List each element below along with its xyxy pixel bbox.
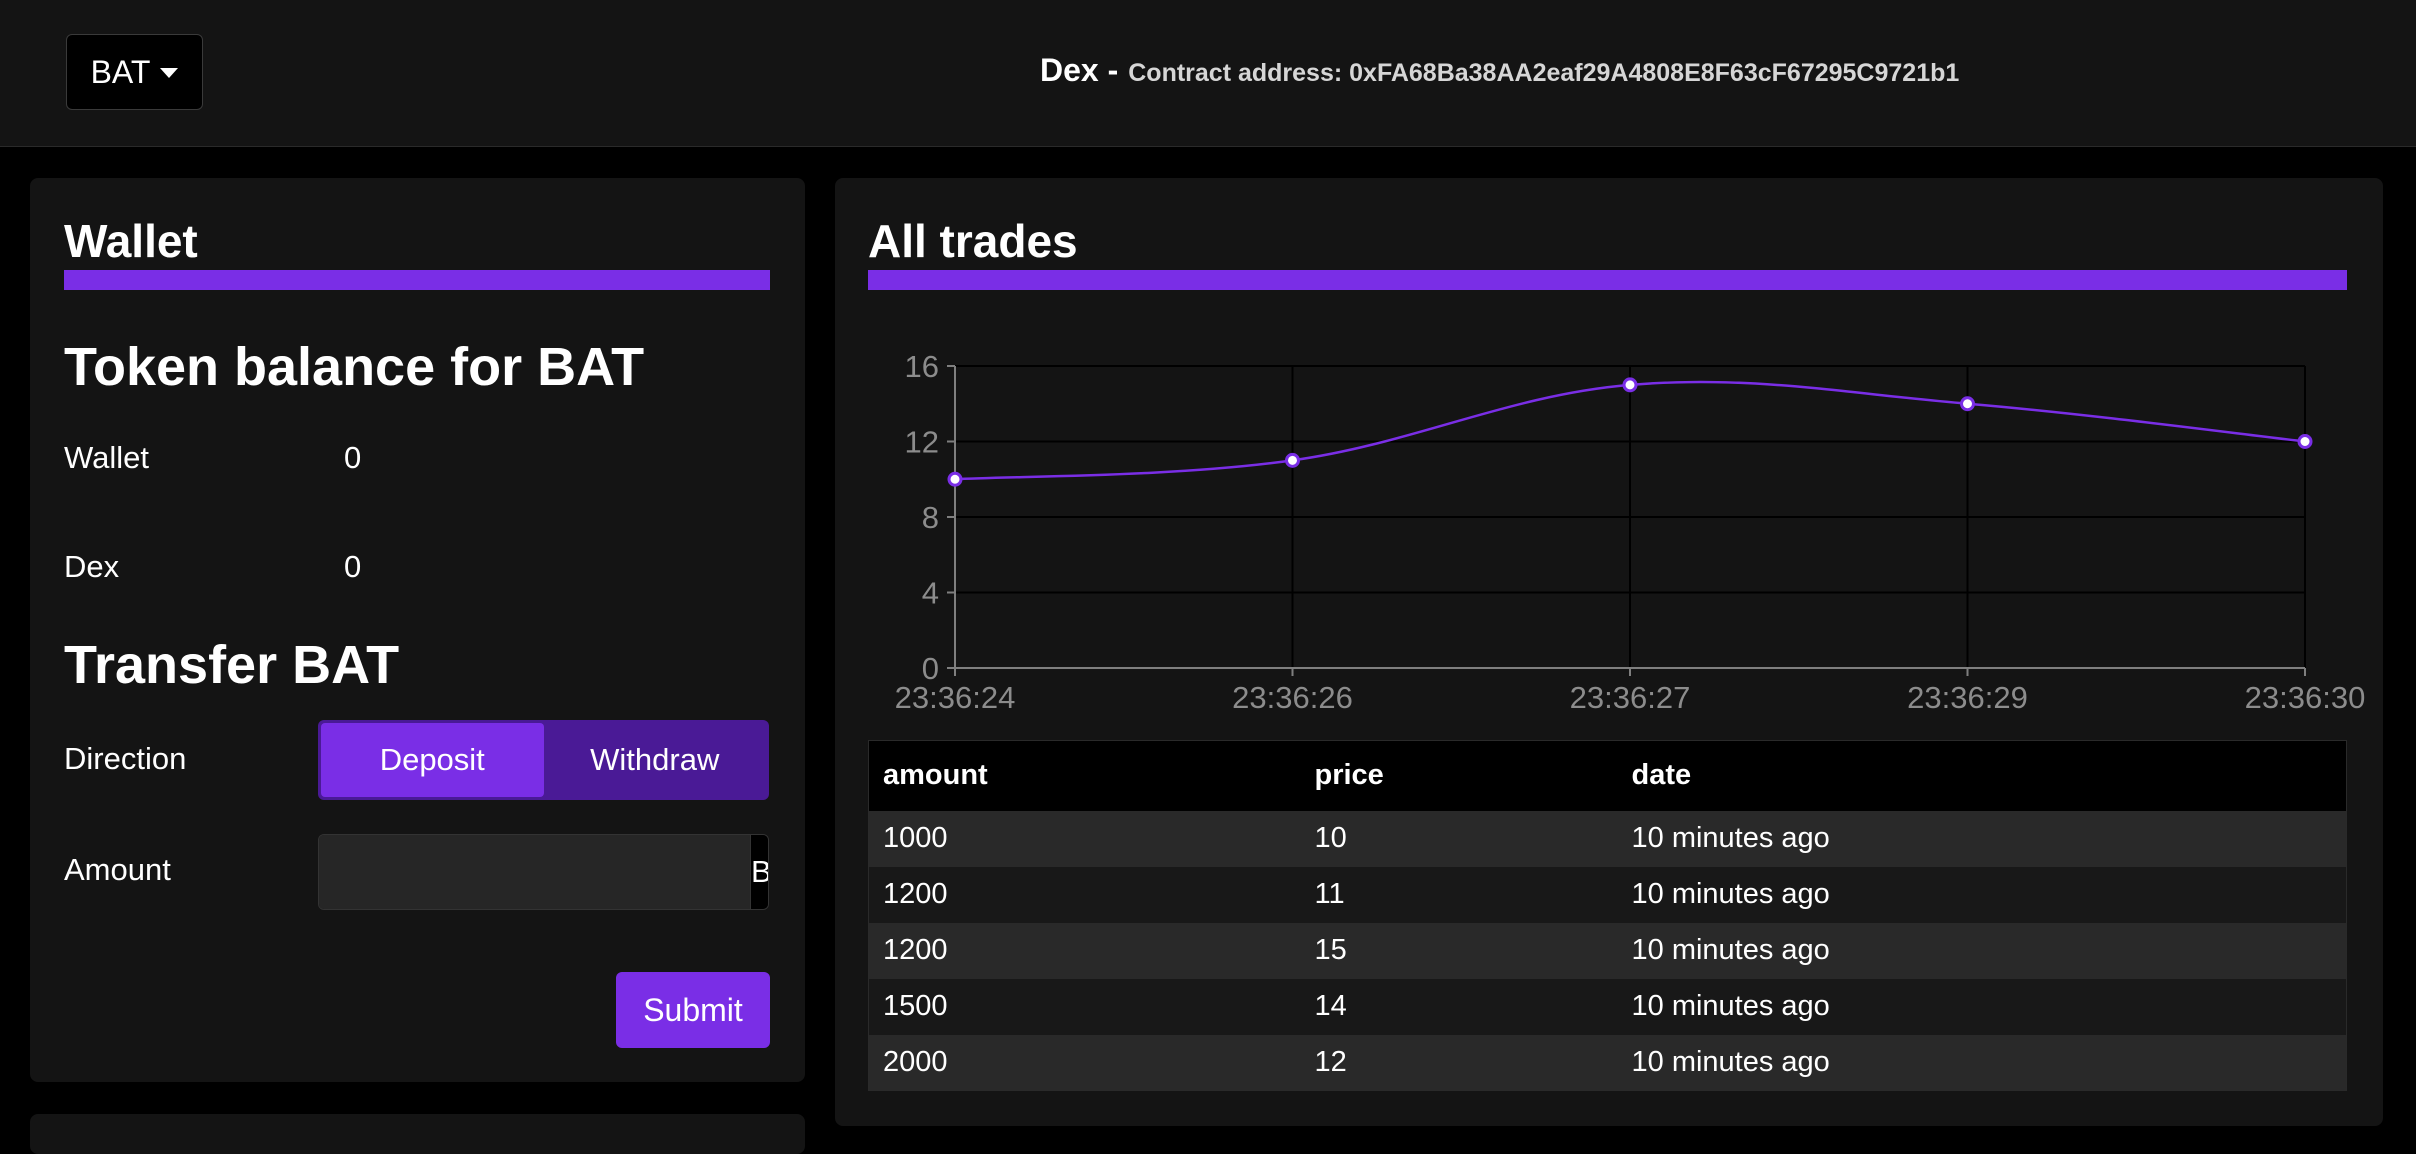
- direction-toggle-group: Deposit Withdraw: [318, 720, 769, 800]
- cell-date: 10 minutes ago: [1617, 866, 2347, 923]
- token-select-dropdown[interactable]: BAT: [66, 34, 203, 110]
- y-tick-label: 16: [905, 349, 939, 384]
- amount-unit-addon: BAT: [750, 835, 768, 909]
- cell-date: 10 minutes ago: [1617, 1034, 2347, 1091]
- cell-price: 15: [1300, 922, 1618, 979]
- direction-label: Direction: [64, 741, 187, 776]
- contract-address: Contract address: 0xFA68Ba38AA2eaf29A480…: [1128, 59, 1960, 87]
- cell-amount: 1200: [868, 866, 1301, 923]
- cell-price: 12: [1300, 1034, 1618, 1091]
- cell-amount: 1500: [868, 978, 1301, 1035]
- data-point: [947, 471, 963, 487]
- trades-line-chart: 048121623:36:24 23:36:26 23:36:27 23:36:29 2…: [895, 349, 2366, 715]
- cell-price: 11: [1300, 866, 1618, 923]
- data-point: [1622, 377, 1638, 393]
- wallet-balance-label: Wallet: [64, 440, 149, 475]
- cell-date: 10 minutes ago: [1617, 978, 2347, 1035]
- table-row: 1200 11 10 minutes ago: [868, 866, 2347, 923]
- caret-down-icon: [160, 68, 179, 78]
- cell-amount: 1200: [868, 922, 1301, 979]
- wallet-title-underline: [64, 270, 770, 290]
- x-tick-label: 23:36:27: [1570, 680, 1691, 715]
- cell-amount: 1000: [868, 810, 1301, 867]
- y-tick-label: 8: [922, 500, 939, 535]
- table-row: 2000 12 10 minutes ago: [868, 1034, 2347, 1091]
- y-tick-label: 4: [922, 576, 939, 611]
- cell-amount: 2000: [868, 1034, 1301, 1091]
- trades-chart: 0 4 8 12 16 23:36:24 23:36:26 23:36:27 23:36:29 2…: [865, 336, 2366, 726]
- transfer-heading: Transfer BAT: [64, 635, 400, 695]
- trades-card: All trades 0 4 8 12 16 23:36:24 23:36:26 23:36:…: [835, 178, 2383, 1126]
- trades-title-underline: [868, 270, 2347, 290]
- cell-price: 10: [1300, 810, 1618, 867]
- table-row: 1000 10 10 minutes ago: [868, 810, 2347, 867]
- deposit-button[interactable]: Deposit: [321, 723, 544, 797]
- wallet-card: Wallet Token balance for BAT Wallet 0 De…: [30, 178, 805, 1082]
- column-header-price: price: [1300, 740, 1618, 811]
- token-select-label: BAT: [90, 53, 151, 90]
- cell-date: 10 minutes ago: [1617, 810, 2347, 867]
- x-tick-label: 23:36:29: [1907, 680, 2028, 715]
- trades-card-title: All trades: [868, 215, 1078, 267]
- x-tick-label: 23:36:30: [2245, 680, 2365, 715]
- amount-label: Amount: [64, 852, 171, 887]
- token-balance-heading: Token balance for BAT: [64, 337, 645, 397]
- orders-card: [30, 1114, 805, 1154]
- page-title: Dex - Contract address: 0xFA68Ba38AA2eaf…: [1040, 52, 1959, 92]
- table-row: 1200 15 10 minutes ago: [868, 922, 2347, 979]
- column-header-date: date: [1617, 740, 2347, 811]
- cell-date: 10 minutes ago: [1617, 922, 2347, 979]
- dex-balance-label: Dex: [64, 549, 120, 584]
- column-header-amount: amount: [868, 740, 1301, 811]
- table-header-row: amount price date: [868, 740, 2347, 811]
- x-tick-label: 23:36:26: [1232, 680, 1353, 715]
- withdraw-button[interactable]: Withdraw: [544, 723, 767, 797]
- data-point: [1960, 396, 1975, 412]
- amount-input[interactable]: [319, 835, 750, 909]
- cell-price: 14: [1300, 978, 1618, 1035]
- app-brand: Dex -: [1040, 52, 1119, 88]
- x-tick-label: 23:36:24: [895, 680, 1016, 715]
- y-tick-label: 12: [905, 425, 939, 460]
- top-header: BAT Dex - Contract address: 0xFA68Ba38AA…: [0, 0, 2416, 147]
- data-point: [1285, 452, 1300, 468]
- wallet-card-title: Wallet: [64, 215, 198, 267]
- data-point: [2297, 434, 2313, 449]
- dex-balance-value: 0: [344, 549, 362, 584]
- trades-table: amount price date 1000 10 10 minutes ago…: [868, 740, 2347, 1091]
- submit-button[interactable]: Submit: [616, 972, 770, 1048]
- amount-input-group: BAT: [318, 834, 769, 910]
- table-row: 1500 14 10 minutes ago: [868, 978, 2347, 1035]
- wallet-balance-value: 0: [344, 440, 362, 475]
